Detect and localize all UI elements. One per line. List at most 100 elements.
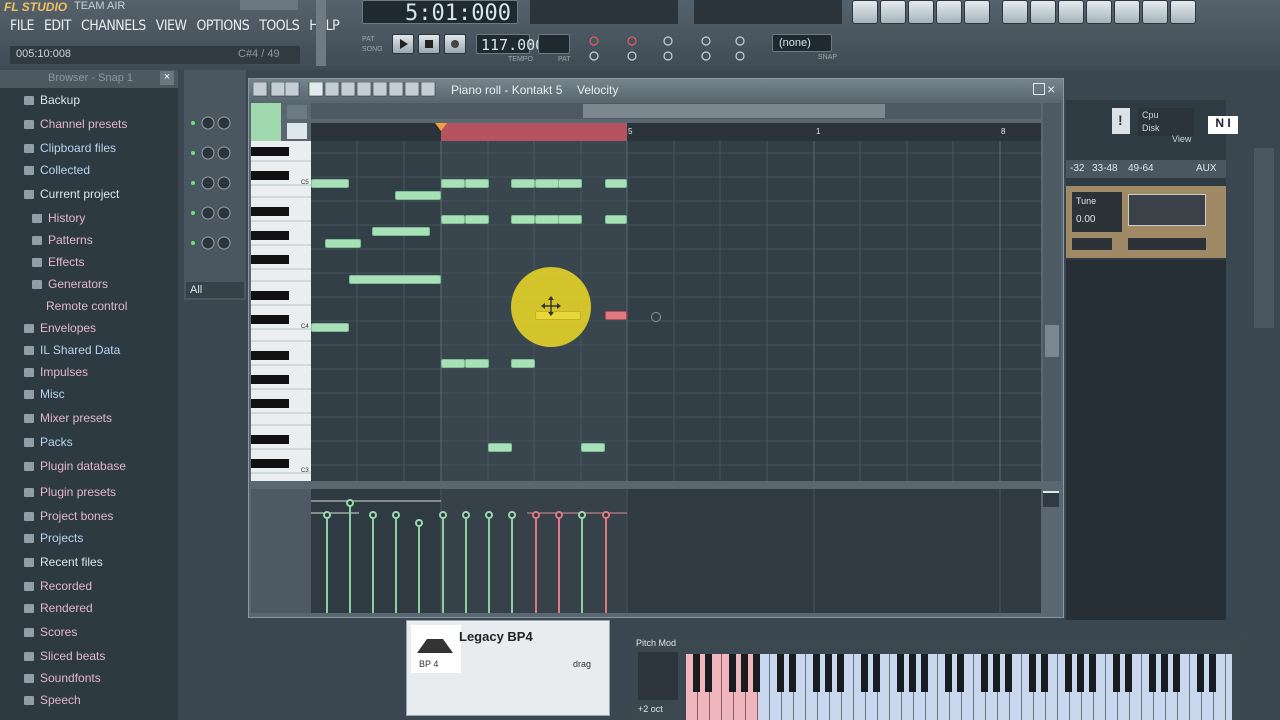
save-button[interactable] <box>1030 0 1056 24</box>
browser-item-remote-control[interactable]: Remote control <box>32 295 127 317</box>
menu-options[interactable]: OPTIONS <box>196 18 249 34</box>
note[interactable] <box>465 179 489 188</box>
tools-button[interactable] <box>1086 0 1112 24</box>
playhead-marker-icon[interactable] <box>435 123 449 137</box>
browser-item-soundfonts[interactable]: Soundfonts <box>24 667 101 689</box>
recording-options[interactable] <box>588 34 768 64</box>
piano-keyboard[interactable]: C5 C4 C3 <box>251 141 311 481</box>
master-volume-slider[interactable] <box>316 0 326 66</box>
step-sequencer-button[interactable] <box>880 0 906 24</box>
velocity-bar[interactable] <box>418 523 420 613</box>
browser-item-il-shared-data[interactable]: IL Shared Data <box>24 339 120 361</box>
velocity-editor[interactable] <box>311 489 1041 613</box>
octave-shift[interactable]: +2 oct <box>638 704 663 714</box>
menu-view[interactable]: VIEW <box>156 18 187 34</box>
velocity-bar[interactable] <box>488 515 490 613</box>
maximize-icon[interactable] <box>1033 83 1045 95</box>
velocity-bar[interactable] <box>372 515 374 613</box>
velocity-handle[interactable] <box>555 511 563 519</box>
channel-range[interactable]: -32 <box>1070 163 1084 174</box>
velocity-bar[interactable] <box>581 515 583 613</box>
channel-filter[interactable]: All <box>186 282 244 298</box>
browser-item-misc[interactable]: Misc <box>24 383 65 405</box>
tempo-display[interactable]: 117.000 <box>476 34 544 54</box>
browser-item-backup[interactable]: Backup <box>24 89 80 111</box>
help-button[interactable] <box>1170 0 1196 24</box>
note[interactable] <box>511 179 535 188</box>
mixer-button[interactable] <box>964 0 990 24</box>
window-controls[interactable] <box>240 0 298 10</box>
close-icon[interactable]: × <box>1047 81 1055 97</box>
browser-item-clipboard-files[interactable]: Clipboard files <box>24 137 116 159</box>
browser-item-impulses[interactable]: Impulses <box>24 361 88 383</box>
piano-roll-tools[interactable] <box>252 81 439 98</box>
kontakt-scrollbar[interactable] <box>1254 148 1274 328</box>
browser-item-current-project[interactable]: Current project <box>24 183 119 205</box>
note[interactable] <box>441 215 465 224</box>
browser-item-project-bones[interactable]: Project bones <box>24 505 113 527</box>
drag-label[interactable]: drag <box>573 659 591 669</box>
note[interactable] <box>511 359 535 368</box>
velocity-handle[interactable] <box>392 511 400 519</box>
virtual-keyboard[interactable] <box>686 654 1232 720</box>
velocity-handle[interactable] <box>578 511 586 519</box>
browser-item-sliced-beats[interactable]: Sliced beats <box>24 645 105 667</box>
note[interactable] <box>395 191 441 200</box>
menu-edit[interactable]: EDIT <box>44 18 72 34</box>
kontakt-channel-tabs[interactable]: -32 33-48 49-64 AUX <box>1066 160 1226 178</box>
browser-item-projects[interactable]: Projects <box>24 527 83 549</box>
pitch-mod-wheels[interactable] <box>638 652 678 700</box>
event-selector[interactable]: Velocity <box>577 83 618 97</box>
piano-roll-button[interactable] <box>908 0 934 24</box>
browser-item-recorded[interactable]: Recorded <box>24 575 92 597</box>
note[interactable] <box>372 227 430 236</box>
view-label[interactable]: View <box>1172 134 1191 144</box>
velocity-handle[interactable] <box>369 511 377 519</box>
note[interactable] <box>535 179 559 188</box>
velocity-bar[interactable] <box>465 515 467 613</box>
velocity-handle[interactable] <box>508 511 516 519</box>
note[interactable] <box>605 179 627 188</box>
note[interactable] <box>465 359 489 368</box>
velocity-bar[interactable] <box>442 515 444 613</box>
velocity-bar[interactable] <box>395 515 397 613</box>
record-button[interactable] <box>444 34 466 54</box>
channel-range[interactable]: 33-48 <box>1092 163 1118 174</box>
search-button[interactable] <box>1114 0 1140 24</box>
event-editor-menu-icon[interactable] <box>1043 491 1059 507</box>
channel-range[interactable]: 49-64 <box>1128 163 1154 174</box>
browser-item-mixer-presets[interactable]: Mixer presets <box>24 407 112 429</box>
vertical-scrollbar-thumb[interactable] <box>1045 325 1059 357</box>
play-button[interactable] <box>392 34 414 54</box>
vertical-scrollbar[interactable] <box>1043 103 1061 481</box>
velocity-handle[interactable] <box>532 511 540 519</box>
browser-item-generators[interactable]: Generators <box>32 273 108 295</box>
browser-item-history[interactable]: History <box>32 207 85 229</box>
note[interactable] <box>441 179 465 188</box>
scrollbar-thumb[interactable] <box>583 104 885 118</box>
midi-channel[interactable] <box>1072 238 1112 250</box>
browser-item-patterns[interactable]: Patterns <box>32 229 93 251</box>
horizontal-scrollbar[interactable] <box>311 103 1041 119</box>
piano-roll-titlebar[interactable]: Piano roll - Kontakt 5 Velocity × <box>249 79 1063 101</box>
browser-button[interactable] <box>936 0 962 24</box>
velocity-bar[interactable] <box>349 503 351 613</box>
stop-button[interactable] <box>418 34 440 54</box>
note[interactable] <box>349 275 441 284</box>
browser-item-plugin-database[interactable]: Plugin database <box>24 455 126 477</box>
menu-tools[interactable]: TOOLS <box>259 18 300 34</box>
browser-item-channel-presets[interactable]: Channel presets <box>24 113 127 135</box>
menu-channels[interactable]: CHANNELS <box>81 18 146 34</box>
piano-roll-title[interactable]: Piano roll - Kontakt 5 <box>451 83 562 97</box>
note[interactable] <box>558 179 582 188</box>
velocity-handle[interactable] <box>415 519 423 527</box>
undo-button[interactable] <box>1002 0 1028 24</box>
browser-item-speech[interactable]: Speech <box>24 689 81 711</box>
browser-item-rendered[interactable]: Rendered <box>24 597 93 619</box>
velocity-handle[interactable] <box>346 499 354 507</box>
velocity-handle[interactable] <box>439 511 447 519</box>
browser-item-plugin-presets[interactable]: Plugin presets <box>24 481 116 503</box>
note-grid[interactable] <box>311 141 1041 481</box>
note[interactable] <box>558 215 582 224</box>
velocity-handle[interactable] <box>602 511 610 519</box>
